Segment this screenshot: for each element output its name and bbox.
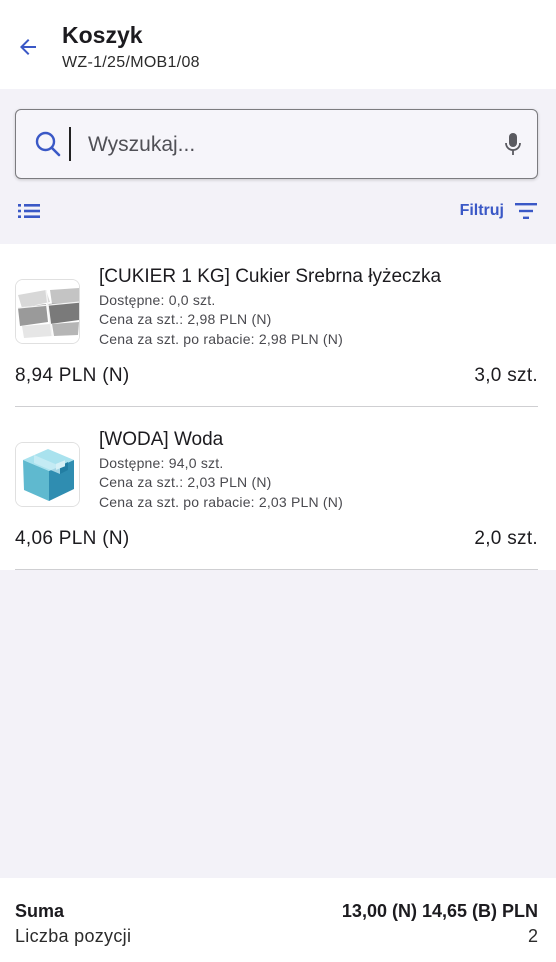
cart-summary: Suma 13,00 (N) 14,65 (B) PLN Liczba pozy… [0,878,556,962]
cart-item[interactable]: [CUKIER 1 KG] Cukier Srebrna łyżeczka Do… [0,244,556,407]
product-availability: Dostępne: 0,0 szt. [99,292,216,308]
product-quantity: 3,0 szt. [474,365,538,386]
search-divider [69,127,71,161]
search-bar [15,109,538,179]
product-quantity: 2,0 szt. [474,528,538,549]
sum-value: 13,00 (N) 14,65 (B) PLN [341,901,538,921]
product-image [15,279,80,344]
product-name: [WODA] Woda [99,429,224,450]
search-input[interactable] [88,128,468,162]
filter-label: Filtruj [459,202,504,219]
product-unit-price: Cena za szt.: 2,03 PLN (N) [99,474,272,490]
product-discount-price: Cena za szt. po rabacie: 2,03 PLN (N) [99,494,343,510]
product-unit-price: Cena za szt.: 2,98 PLN (N) [99,311,272,327]
product-total: 8,94 PLN (N) [15,365,130,386]
app-header: Koszyk WZ-1/25/MOB1/08 [0,0,556,89]
sum-label: Suma [15,901,65,921]
product-name: [CUKIER 1 KG] Cukier Srebrna łyżeczka [99,266,442,287]
search-icon [35,131,61,157]
cart-item[interactable]: [WODA] Woda Dostępne: 94,0 szt. Cena za … [0,407,556,570]
item-count-value: 2 [527,926,538,946]
filter-icon [515,203,537,219]
product-total: 4,06 PLN (N) [15,528,130,549]
document-number: WZ-1/25/MOB1/08 [62,54,200,71]
sugar-cubes-image [16,280,79,343]
toolbar: Filtruj [0,89,556,244]
filter-button[interactable]: Filtruj [460,199,538,223]
arrow-back-icon [20,39,36,55]
item-count-label: Liczba pozycji [15,926,132,946]
item-divider [15,569,538,570]
product-availability: Dostępne: 94,0 szt. [99,455,224,471]
page-title: Koszyk [62,22,143,48]
product-discount-price: Cena za szt. po rabacie: 2,98 PLN (N) [99,331,343,347]
list-view-icon[interactable] [17,202,41,220]
microphone-icon[interactable] [501,131,525,157]
product-image [15,442,80,507]
box-image [16,443,79,506]
cart-list: [CUKIER 1 KG] Cukier Srebrna łyżeczka Do… [0,244,556,570]
back-button[interactable] [14,33,42,61]
